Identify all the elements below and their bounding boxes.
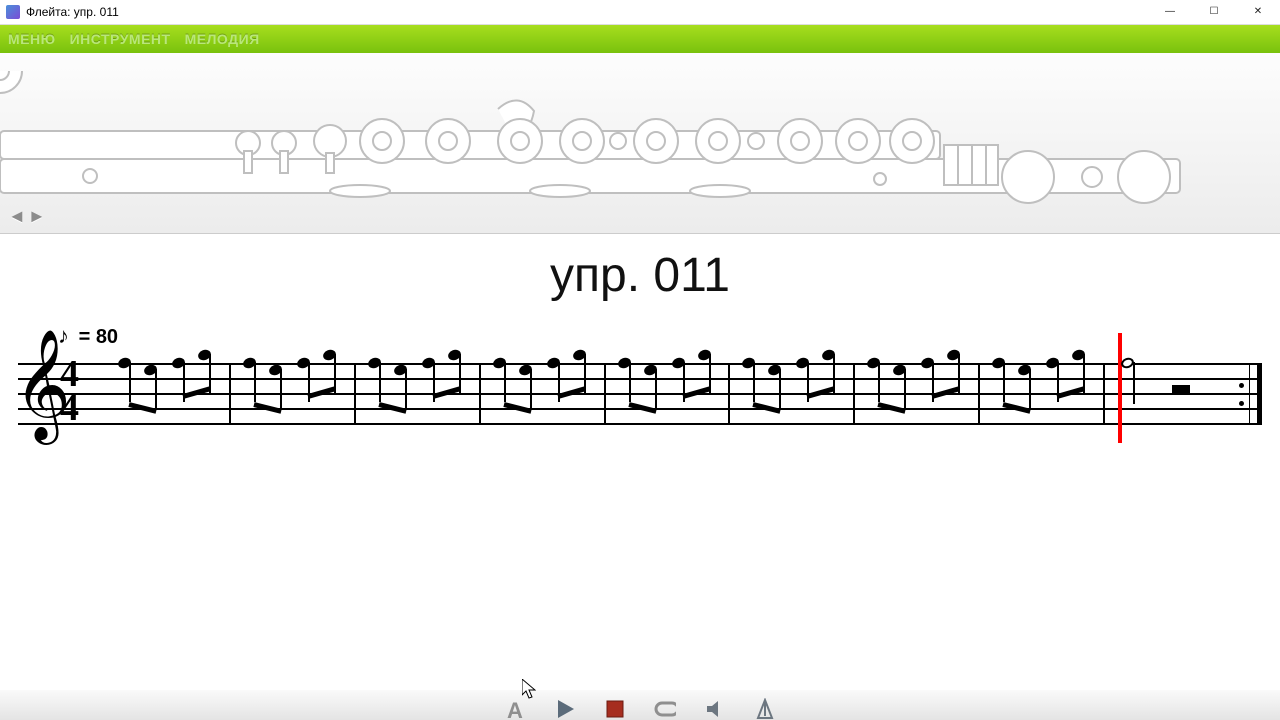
barline xyxy=(354,363,356,423)
note-stem xyxy=(405,369,407,409)
svg-text:A: A xyxy=(507,698,523,720)
beam xyxy=(753,402,781,414)
flute-nav-arrows[interactable]: ◄► xyxy=(8,206,48,227)
menu-item-instrument[interactable]: ИНСТРУМЕНТ xyxy=(70,31,171,47)
beam xyxy=(128,402,156,414)
barline xyxy=(604,363,606,423)
note-stem xyxy=(753,362,755,402)
music-score[interactable]: ♪ = 80 𝄞 4 4 xyxy=(18,323,1262,433)
metronome-icon[interactable] xyxy=(754,698,776,720)
note-stem xyxy=(280,369,282,409)
note-stem xyxy=(1133,362,1135,404)
window-minimize-button[interactable]: — xyxy=(1148,0,1192,24)
note-stem xyxy=(904,369,906,409)
accompaniment-icon[interactable]: A xyxy=(504,698,526,720)
barline xyxy=(853,363,855,423)
beam xyxy=(378,402,406,414)
note-stem xyxy=(254,362,256,402)
note-stem xyxy=(878,362,880,402)
window-maximize-button[interactable]: ☐ xyxy=(1192,0,1236,24)
note-stem xyxy=(129,362,131,402)
note-stem xyxy=(629,362,631,402)
flute-fingering-panel: ◄► xyxy=(0,53,1280,234)
barline xyxy=(728,363,730,423)
note-stem xyxy=(655,369,657,409)
note-stem xyxy=(1029,369,1031,409)
barline xyxy=(1103,363,1105,423)
staff: 𝄞 4 4 xyxy=(18,353,1262,433)
beam xyxy=(878,402,906,414)
note-stem xyxy=(779,369,781,409)
tempo-marking: ♪ = 80 xyxy=(18,323,1262,349)
tempo-bpm: 80 xyxy=(96,326,118,348)
volume-icon[interactable] xyxy=(704,698,726,720)
note-stem xyxy=(504,362,506,402)
beam xyxy=(503,402,531,414)
beam xyxy=(253,402,281,414)
playback-cursor[interactable] xyxy=(1118,333,1122,443)
beam xyxy=(628,402,656,414)
loop-icon[interactable] xyxy=(654,698,676,720)
note-stem xyxy=(530,369,532,409)
exercise-title: упр. 011 xyxy=(0,248,1280,303)
window-title: Флейта: упр. 011 xyxy=(26,5,119,19)
menu-item-melody[interactable]: МЕЛОДИЯ xyxy=(185,31,260,47)
menu-item-menu[interactable]: МЕНЮ xyxy=(8,31,56,47)
barline xyxy=(479,363,481,423)
note-stem xyxy=(1003,362,1005,402)
note-stem xyxy=(155,369,157,409)
window-titlebar: Флейта: упр. 011 — ☐ ✕ xyxy=(0,0,1280,25)
time-signature: 4 4 xyxy=(60,357,79,425)
window-close-button[interactable]: ✕ xyxy=(1236,0,1280,24)
play-icon[interactable] xyxy=(554,698,576,720)
flute-diagram xyxy=(0,71,1280,221)
menu-bar: МЕНЮ ИНСТРУМЕНТ МЕЛОДИЯ xyxy=(0,25,1280,53)
stop-icon[interactable] xyxy=(604,698,626,720)
barline xyxy=(978,363,980,423)
note-stem xyxy=(379,362,381,402)
beam xyxy=(1003,402,1031,414)
player-toolbar: A xyxy=(0,690,1280,720)
barline xyxy=(229,363,231,423)
half-rest xyxy=(1172,385,1190,393)
app-icon xyxy=(6,5,20,19)
